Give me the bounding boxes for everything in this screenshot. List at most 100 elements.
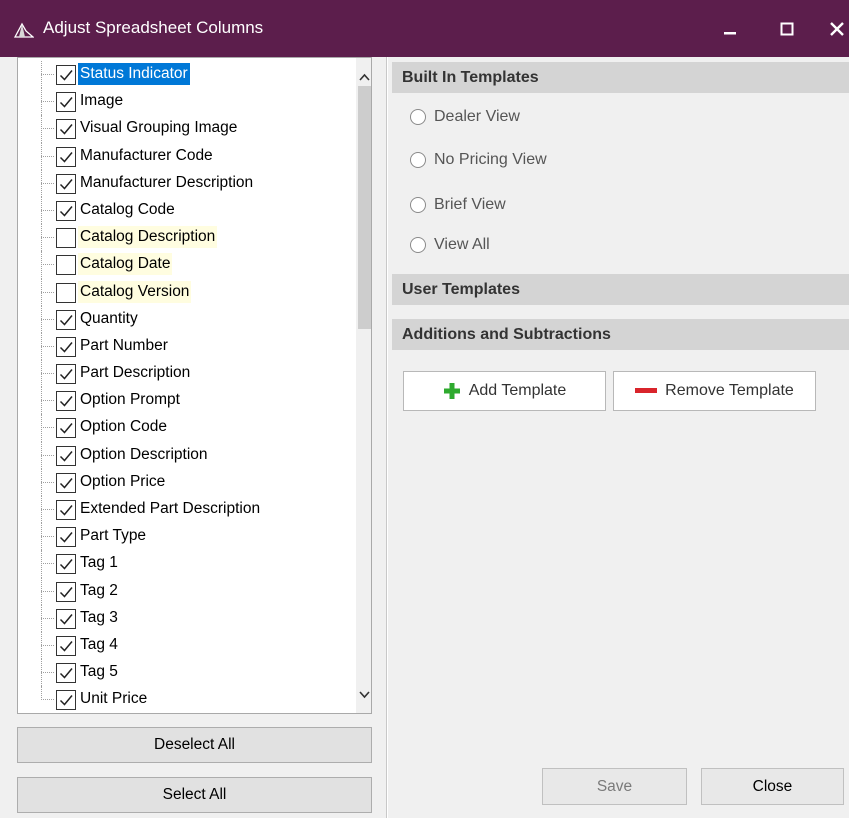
remove-template-button[interactable]: Remove Template bbox=[613, 371, 816, 411]
checkbox-checked-icon[interactable] bbox=[56, 554, 76, 575]
select-all-button[interactable]: Select All bbox=[17, 777, 372, 813]
checkbox-unchecked-icon[interactable] bbox=[56, 255, 76, 276]
column-item-label: Option Prompt bbox=[80, 391, 180, 409]
close-window-button[interactable] bbox=[822, 14, 849, 44]
column-item[interactable]: Part Type bbox=[18, 523, 338, 551]
add-template-label: Add Template bbox=[468, 382, 567, 399]
radio-view-all[interactable]: View All bbox=[410, 233, 490, 257]
radio-label: View All bbox=[434, 236, 490, 253]
checkbox-checked-icon[interactable] bbox=[56, 336, 76, 357]
scroll-up-icon[interactable] bbox=[356, 68, 371, 85]
tree-connector bbox=[41, 686, 42, 701]
checkbox-unchecked-icon[interactable] bbox=[56, 282, 76, 303]
tree-connector bbox=[41, 509, 54, 510]
user-templates-header[interactable]: User Templates bbox=[392, 274, 849, 305]
tree-connector bbox=[41, 644, 54, 646]
tree-scrollbar[interactable] bbox=[356, 58, 371, 713]
checkbox-checked-icon[interactable] bbox=[56, 391, 76, 412]
plus-icon bbox=[443, 382, 461, 400]
pane-splitter[interactable] bbox=[381, 57, 387, 818]
column-item-label: Tag 1 bbox=[80, 554, 118, 572]
title-bar: Adjust Spreadsheet Columns bbox=[0, 0, 849, 57]
radio-brief-view[interactable]: Brief View bbox=[410, 193, 506, 217]
tree-connector bbox=[41, 590, 54, 592]
column-item[interactable]: Manufacturer Description bbox=[18, 169, 338, 197]
column-item[interactable]: Part Description bbox=[18, 360, 338, 388]
deselect-all-button[interactable]: Deselect All bbox=[17, 727, 372, 763]
scroll-down-icon[interactable] bbox=[356, 686, 371, 703]
column-item[interactable]: Catalog Date bbox=[18, 251, 338, 279]
checkbox-checked-icon[interactable] bbox=[56, 608, 76, 629]
checkbox-checked-icon[interactable] bbox=[56, 527, 76, 548]
column-item[interactable]: Image bbox=[18, 88, 338, 116]
checkbox-checked-icon[interactable] bbox=[56, 581, 76, 602]
column-item-label: Catalog Description bbox=[78, 226, 218, 249]
column-item[interactable]: Quantity bbox=[18, 305, 338, 333]
column-item-label: Unit Price bbox=[80, 690, 148, 708]
column-item-label: Tag 2 bbox=[80, 581, 118, 599]
column-item[interactable]: Catalog Version bbox=[18, 278, 338, 306]
column-item[interactable]: Tag 5 bbox=[18, 659, 338, 687]
minus-icon bbox=[635, 387, 658, 395]
column-item[interactable]: Option Description bbox=[18, 441, 338, 469]
checkbox-checked-icon[interactable] bbox=[56, 635, 76, 656]
column-item[interactable]: Option Prompt bbox=[18, 387, 338, 415]
close-button[interactable]: Close bbox=[701, 768, 844, 805]
tree-connector bbox=[41, 318, 54, 320]
column-item-label: Option Price bbox=[80, 472, 166, 490]
radio-label: Dealer View bbox=[434, 108, 520, 125]
radio-dealer-view[interactable]: Dealer View bbox=[410, 105, 520, 129]
save-button[interactable]: Save bbox=[542, 768, 687, 805]
checkbox-checked-icon[interactable] bbox=[56, 119, 76, 140]
checkbox-unchecked-icon[interactable] bbox=[56, 228, 76, 249]
tree-connector bbox=[41, 182, 54, 184]
checkbox-checked-icon[interactable] bbox=[56, 445, 76, 466]
tree-connector bbox=[41, 536, 54, 538]
column-item[interactable]: Catalog Code bbox=[18, 196, 338, 225]
window-title: Adjust Spreadsheet Columns bbox=[43, 18, 264, 37]
radio-no-pricing-view[interactable]: No Pricing View bbox=[410, 148, 547, 172]
checkbox-checked-icon[interactable] bbox=[56, 500, 76, 520]
tree-connector bbox=[41, 427, 54, 429]
checkbox-checked-icon[interactable] bbox=[56, 65, 76, 85]
radio-icon[interactable] bbox=[410, 109, 426, 125]
radio-icon[interactable] bbox=[410, 197, 426, 213]
checkbox-checked-icon[interactable] bbox=[56, 472, 76, 493]
app-logo-icon bbox=[13, 22, 35, 38]
maximize-button[interactable] bbox=[772, 14, 802, 44]
checkbox-checked-icon[interactable] bbox=[56, 146, 76, 167]
column-item[interactable]: Tag 1 bbox=[18, 550, 338, 578]
column-item[interactable]: Option Price bbox=[18, 468, 338, 496]
checkbox-checked-icon[interactable] bbox=[56, 309, 76, 330]
column-item-label: Part Type bbox=[80, 527, 147, 545]
radio-icon[interactable] bbox=[410, 152, 426, 168]
checkbox-checked-icon[interactable] bbox=[56, 364, 76, 385]
column-item[interactable]: Tag 2 bbox=[18, 577, 338, 605]
add-template-button[interactable]: Add Template bbox=[403, 371, 606, 411]
tree-connector bbox=[41, 209, 54, 211]
column-item[interactable]: Unit Price bbox=[18, 686, 338, 713]
checkbox-checked-icon[interactable] bbox=[56, 690, 76, 711]
additions-subtractions-header[interactable]: Additions and Subtractions bbox=[392, 319, 849, 350]
checkbox-checked-icon[interactable] bbox=[56, 92, 76, 113]
column-item-label: Catalog Code bbox=[80, 200, 175, 218]
column-item[interactable]: Tag 3 bbox=[18, 604, 338, 632]
scroll-thumb[interactable] bbox=[358, 86, 371, 329]
column-item[interactable]: Option Code bbox=[18, 414, 338, 442]
built-in-templates-header[interactable]: Built In Templates bbox=[392, 62, 849, 93]
checkbox-checked-icon[interactable] bbox=[56, 418, 76, 439]
checkbox-checked-icon[interactable] bbox=[56, 173, 76, 194]
column-item[interactable]: Manufacturer Code bbox=[18, 142, 338, 170]
minimize-button[interactable] bbox=[715, 14, 745, 44]
column-item-label: Catalog Version bbox=[78, 280, 192, 303]
column-tree[interactable]: Status Indicator Image Visual Grouping Ima… bbox=[17, 57, 372, 714]
column-item[interactable]: Visual Grouping Image bbox=[18, 115, 338, 143]
column-item[interactable]: Extended Part Description bbox=[18, 496, 338, 524]
column-item[interactable]: Part Number bbox=[18, 332, 338, 361]
radio-icon[interactable] bbox=[410, 237, 426, 253]
column-item[interactable]: Tag 4 bbox=[18, 631, 338, 660]
column-item[interactable]: Status Indicator bbox=[18, 61, 338, 89]
column-item[interactable]: Catalog Description bbox=[18, 224, 338, 252]
checkbox-checked-icon[interactable] bbox=[56, 200, 76, 221]
checkbox-checked-icon[interactable] bbox=[56, 663, 76, 684]
